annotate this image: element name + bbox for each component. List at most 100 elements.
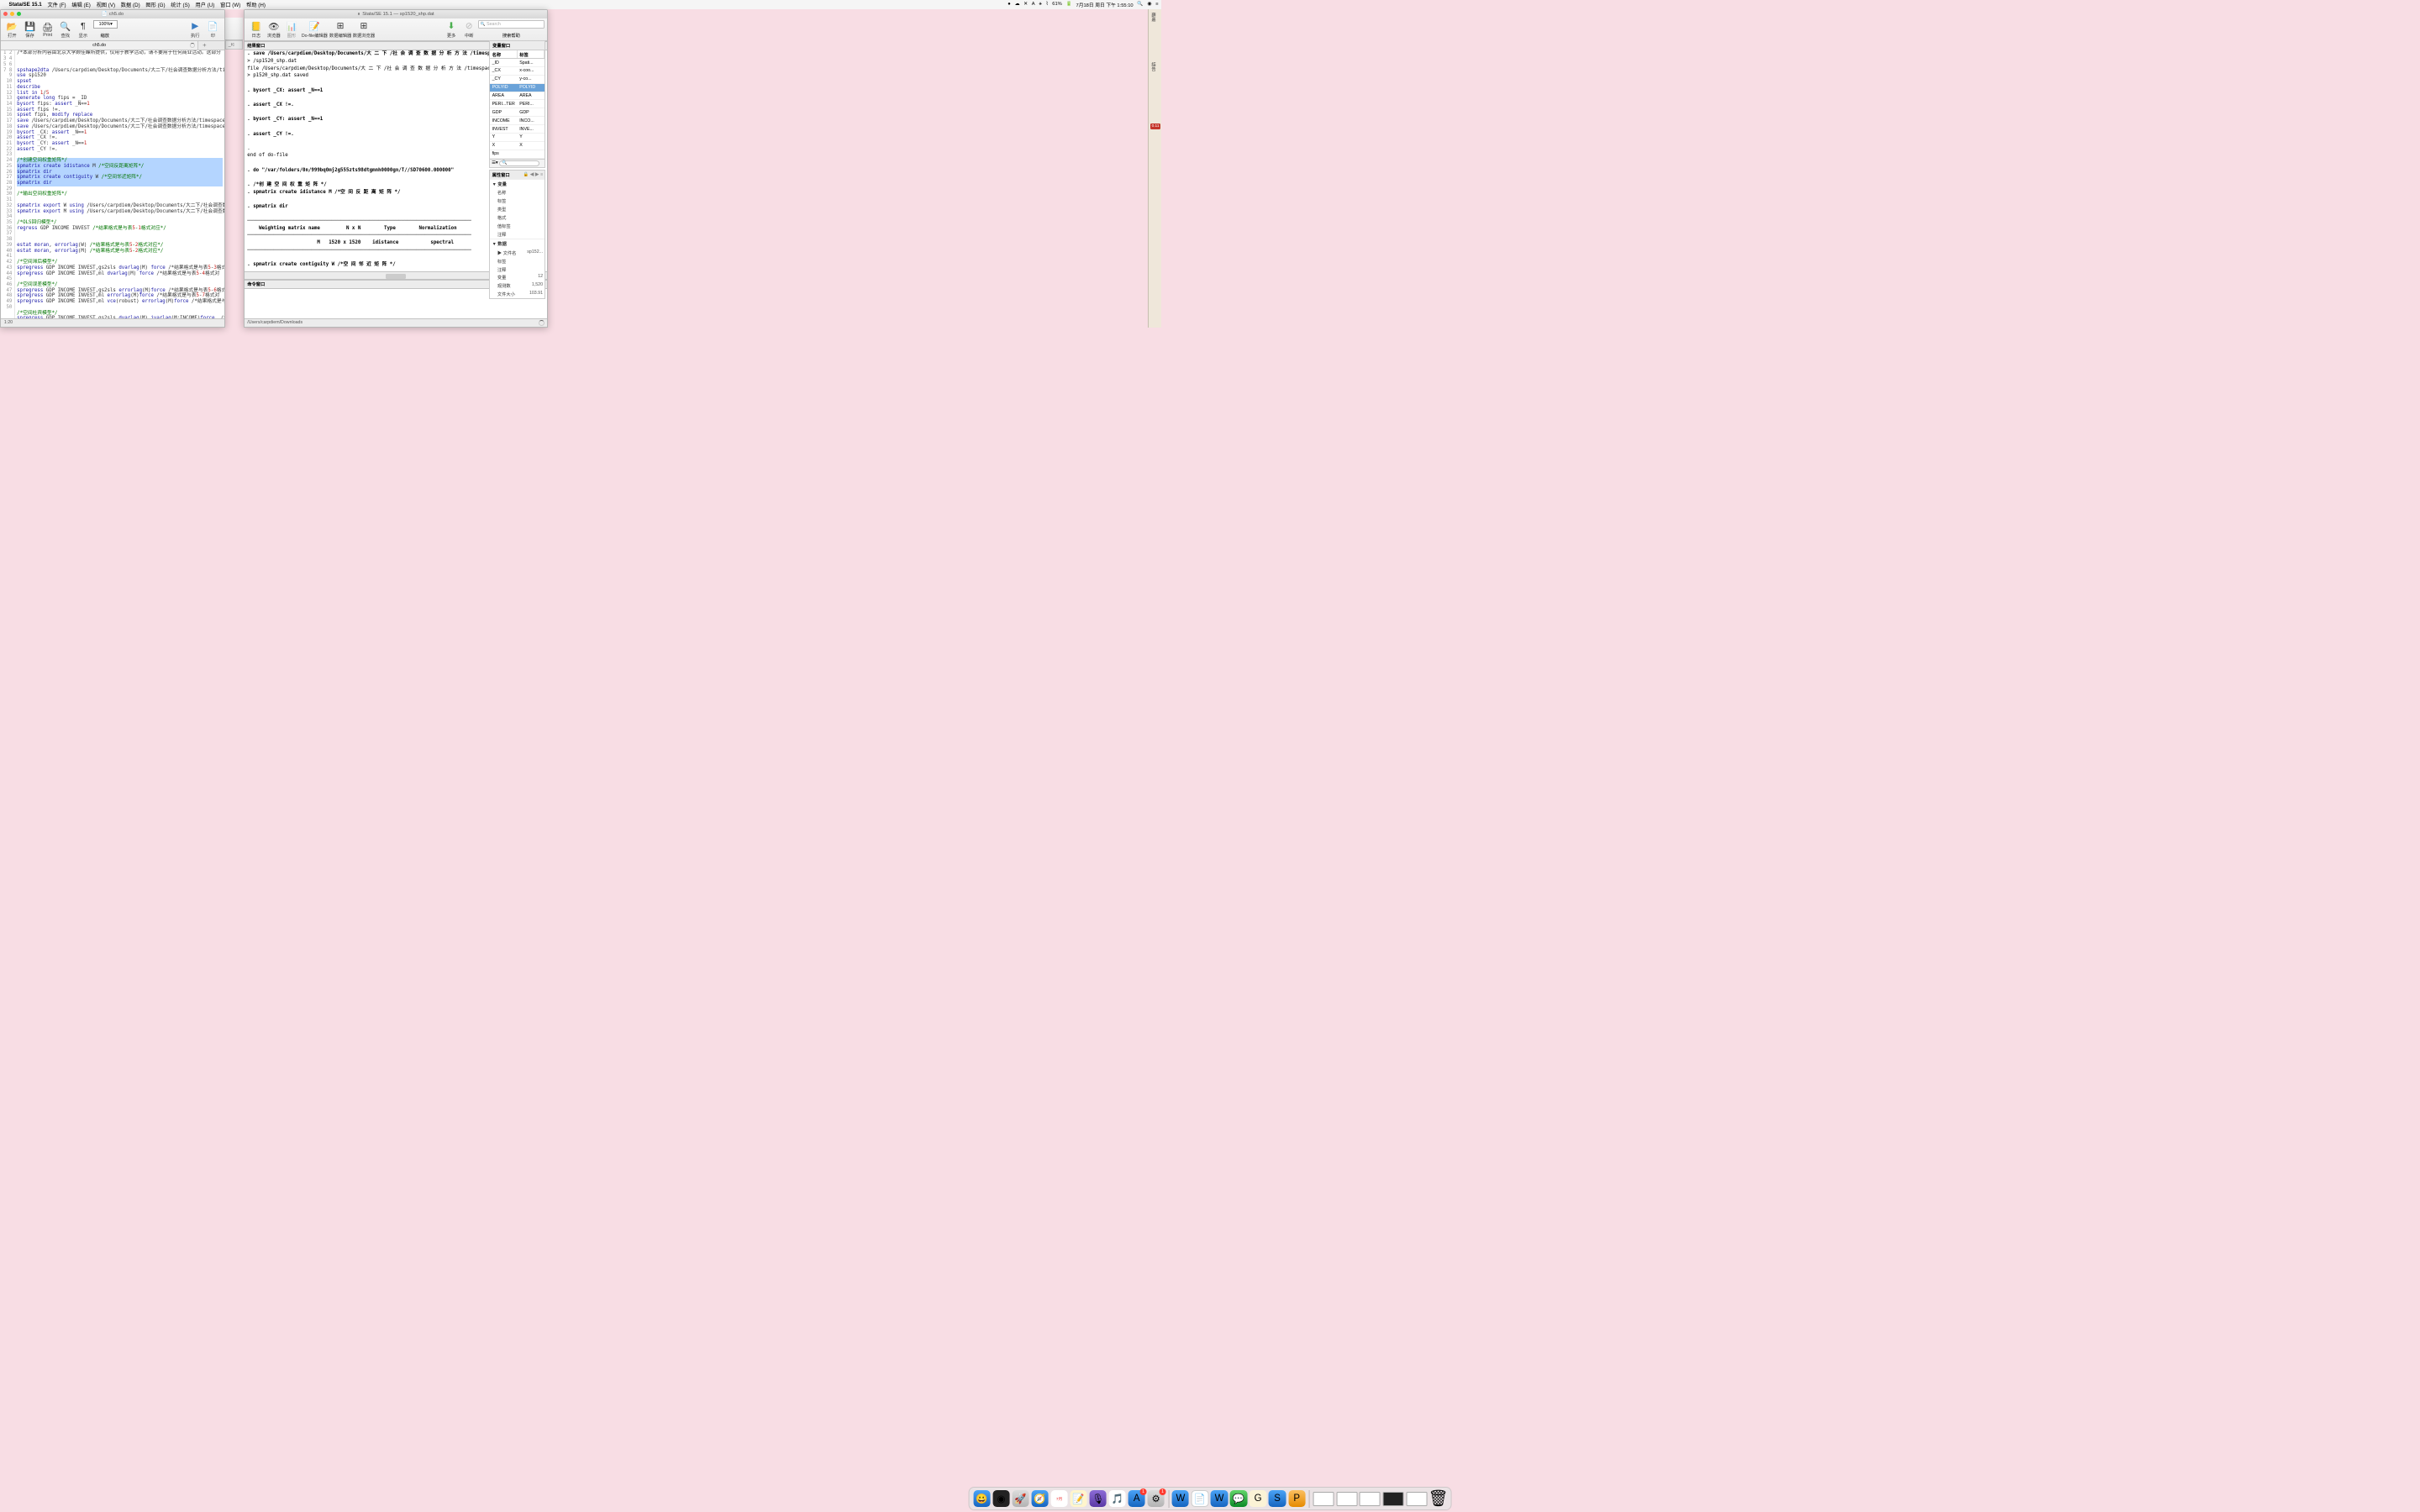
menu-user[interactable]: 用户 (U) bbox=[196, 1, 215, 8]
minimized-window-5[interactable] bbox=[1407, 1492, 1428, 1506]
zoom-select[interactable]: 100% ▾ bbox=[93, 20, 118, 29]
tab-add-button[interactable]: + bbox=[198, 41, 210, 50]
var-row-GDP[interactable]: GDPGDP bbox=[490, 108, 544, 117]
close-button[interactable] bbox=[3, 12, 8, 16]
filter-input[interactable]: 🔍 bbox=[499, 160, 539, 167]
menu-edit[interactable]: 编辑 (E) bbox=[71, 1, 91, 8]
wifi-icon[interactable]: ⌇ bbox=[1046, 2, 1049, 7]
trash-icon[interactable]: 🗑 bbox=[1429, 1490, 1446, 1507]
break-button[interactable]: ⊘中断 bbox=[460, 18, 478, 40]
spotlight-icon[interactable]: 🔍 bbox=[1137, 2, 1143, 7]
music-icon[interactable]: 🎵 bbox=[1109, 1490, 1126, 1507]
x-status-icon[interactable]: ✕ bbox=[1023, 2, 1028, 7]
dataedit-button[interactable]: ⊞数据编辑器 bbox=[329, 18, 352, 40]
var-row-_ID[interactable]: _IDSpati... bbox=[490, 59, 544, 67]
col-label[interactable]: 标签 bbox=[518, 50, 545, 59]
app-name[interactable]: Stata/SE 15.1 bbox=[9, 2, 42, 8]
save-button[interactable]: 💾保存 bbox=[21, 18, 39, 40]
siri-dock-icon[interactable]: ◉ bbox=[992, 1490, 1009, 1507]
safari-icon[interactable]: 🧭 bbox=[1031, 1490, 1048, 1507]
minimized-window-4[interactable] bbox=[1383, 1492, 1404, 1506]
var-row-_CY[interactable]: _CYy-co... bbox=[490, 76, 544, 84]
filter-icon[interactable]: ☰▾ bbox=[492, 160, 497, 165]
show-button[interactable]: ¶显示 bbox=[74, 18, 92, 40]
powerpoint-icon[interactable]: P bbox=[1288, 1490, 1305, 1507]
var-row-_CX[interactable]: _CXx-coo... bbox=[490, 67, 544, 76]
var-row-INVEST[interactable]: INVESTINVE... bbox=[490, 125, 544, 134]
menu-data[interactable]: 数据 (D) bbox=[121, 1, 140, 8]
find-button[interactable]: 🔍查找 bbox=[56, 18, 74, 40]
podcast-icon[interactable]: 🎙 bbox=[1090, 1490, 1107, 1507]
dofile-editor-window: 📄 ch5.do 📂打开 💾保存 🖨Print 🔍查找 ¶显示 100% ▾ 缩… bbox=[0, 9, 225, 328]
doedit-button[interactable]: 📝Do-file编辑器 bbox=[301, 18, 329, 40]
menu-window[interactable]: 窗口 (W) bbox=[220, 1, 240, 8]
var-row-Y[interactable]: YY bbox=[490, 134, 544, 142]
settings-icon[interactable]: ⚙1 bbox=[1148, 1490, 1165, 1507]
runprint-button[interactable]: 📄印 bbox=[204, 18, 222, 40]
status-icon[interactable]: ● bbox=[1007, 2, 1010, 7]
bluetooth-icon[interactable]: ⚹ bbox=[1039, 2, 1041, 8]
code-content[interactable]: /*本部分析内容由北京大学顾佳峰所提供，仅用于教学活动，请不要用于任何商业活动。… bbox=[15, 50, 224, 319]
var-section[interactable]: ▼ 变量 bbox=[490, 179, 544, 189]
var-row-INCOME[interactable]: INCOMEINCO... bbox=[490, 117, 544, 125]
wechat-status-icon[interactable]: ☁ bbox=[1015, 2, 1020, 7]
graph-button[interactable]: 📊图形 bbox=[282, 18, 300, 40]
path-bar: /Users/carpdiem/Downloads bbox=[245, 318, 546, 327]
appstore-icon[interactable]: A1 bbox=[1128, 1490, 1145, 1507]
run-button[interactable]: ▶执行 bbox=[187, 18, 204, 40]
pages-icon[interactable]: 📄 bbox=[1192, 1490, 1208, 1507]
stata-titlebar[interactable]: Stata/SE 15.1 — sp1520_shp.dat bbox=[245, 10, 546, 19]
lock-icon[interactable]: 🔒 bbox=[523, 172, 529, 177]
find-label: 查找 bbox=[60, 32, 70, 39]
dofile-titlebar[interactable]: 📄 ch5.do bbox=[1, 10, 224, 19]
next-icon[interactable]: ▶ bbox=[535, 172, 539, 177]
var-row-X[interactable]: XX bbox=[490, 142, 544, 150]
menu-props-icon[interactable]: ≡ bbox=[540, 172, 543, 177]
calendar-icon[interactable]: 7月 bbox=[1050, 1490, 1067, 1507]
runprint-icon: 📄 bbox=[208, 20, 218, 31]
finder-icon[interactable]: 😀 bbox=[973, 1490, 990, 1507]
a-status-icon[interactable]: A bbox=[1032, 2, 1035, 7]
var-row-PERI...TER[interactable]: PERI...TERPERI... bbox=[490, 100, 544, 108]
geoda-icon[interactable]: G bbox=[1249, 1490, 1266, 1507]
menu-stats[interactable]: 统计 (S) bbox=[171, 1, 190, 8]
word-doc-icon[interactable]: W bbox=[1172, 1490, 1189, 1507]
databrowse-button[interactable]: ⊞数据浏览器 bbox=[352, 18, 376, 40]
minimize-button[interactable] bbox=[10, 12, 14, 16]
var-row-fips[interactable]: fips bbox=[490, 150, 544, 159]
minimized-window-2[interactable] bbox=[1336, 1492, 1357, 1506]
menu-graph[interactable]: 图形 (G) bbox=[145, 1, 165, 8]
more-button[interactable]: ⬇更多 bbox=[443, 18, 460, 40]
siri-icon[interactable]: ◉ bbox=[1147, 2, 1151, 7]
stata-icon[interactable]: S bbox=[1269, 1490, 1286, 1507]
maximize-button[interactable] bbox=[17, 12, 21, 16]
word-icon[interactable]: W bbox=[1211, 1490, 1228, 1507]
viewer-button[interactable]: 👁浏览器 bbox=[265, 18, 282, 40]
print-button[interactable]: 🖨Print bbox=[39, 18, 56, 40]
tab-ch5[interactable]: ch5.do bbox=[1, 41, 198, 50]
var-row-POLYID[interactable]: POLYIDPOLYID bbox=[490, 84, 544, 92]
open-button[interactable]: 📂打开 bbox=[3, 18, 21, 40]
data-section[interactable]: ▼ 数据 bbox=[490, 239, 544, 249]
bg-tab-label[interactable]: _rc bbox=[226, 41, 237, 49]
battery-icon[interactable]: 🔋 bbox=[1066, 2, 1072, 7]
menu-view[interactable]: 视图 (V) bbox=[97, 1, 116, 8]
minimized-window-1[interactable] bbox=[1313, 1492, 1334, 1506]
battery-percent[interactable]: 61% bbox=[1052, 2, 1062, 7]
search-help-input[interactable]: Search bbox=[478, 20, 544, 29]
menu-help[interactable]: 帮助 (H) bbox=[246, 1, 266, 8]
menu-icon[interactable]: ≡ bbox=[1155, 2, 1158, 7]
notes-icon[interactable]: 📝 bbox=[1071, 1490, 1087, 1507]
prev-icon[interactable]: ◀ bbox=[530, 172, 534, 177]
launchpad-icon[interactable]: 🚀 bbox=[1012, 1490, 1028, 1507]
code-editor[interactable]: 1 2 3 4 5 6 7 8 9 10 11 12 13 14 15 16 1… bbox=[1, 50, 224, 319]
prop-row: 类型 bbox=[490, 205, 544, 213]
log-button[interactable]: 📒日志 bbox=[247, 18, 265, 40]
zoom-value: 100% bbox=[99, 22, 110, 27]
col-name[interactable]: 名称 bbox=[490, 50, 518, 59]
var-row-AREA[interactable]: AREAAREA bbox=[490, 92, 544, 101]
menu-file[interactable]: 文件 (F) bbox=[47, 1, 66, 8]
clock[interactable]: 7月18日 周日 下午 1:55:10 bbox=[1076, 1, 1134, 8]
wechat-icon[interactable]: 💬 bbox=[1230, 1490, 1247, 1507]
minimized-window-3[interactable] bbox=[1360, 1492, 1381, 1506]
